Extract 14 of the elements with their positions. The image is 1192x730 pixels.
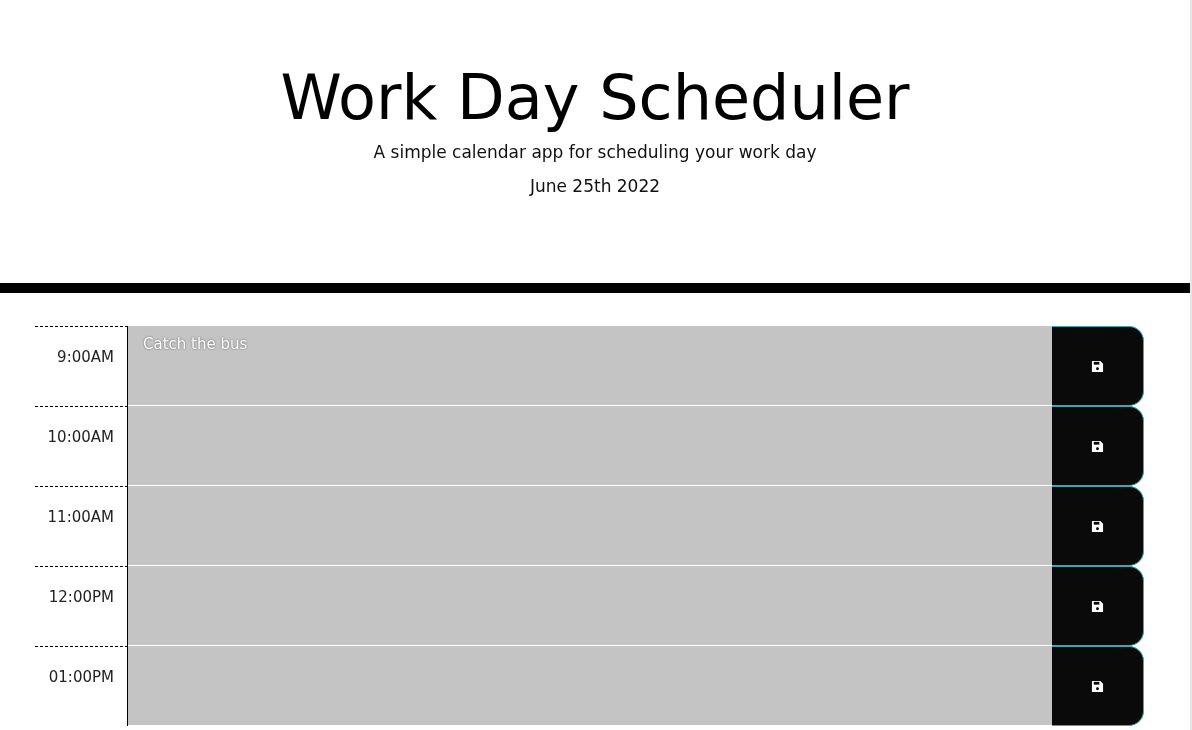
save-icon	[1091, 439, 1104, 453]
save-button[interactable]	[1052, 326, 1144, 406]
page-subtitle: A simple calendar app for scheduling your work day	[373, 141, 817, 164]
save-button[interactable]	[1052, 566, 1144, 646]
page-title: Work Day Scheduler	[280, 60, 910, 136]
save-button[interactable]	[1052, 646, 1144, 726]
event-textarea[interactable]: Catch the bus	[128, 326, 1052, 406]
save-icon	[1091, 359, 1104, 373]
save-button[interactable]	[1052, 406, 1144, 486]
save-button[interactable]	[1052, 486, 1144, 566]
save-icon	[1091, 519, 1104, 533]
save-icon	[1091, 599, 1104, 613]
save-icon	[1091, 679, 1104, 693]
current-date: June 25th 2022	[529, 175, 661, 198]
